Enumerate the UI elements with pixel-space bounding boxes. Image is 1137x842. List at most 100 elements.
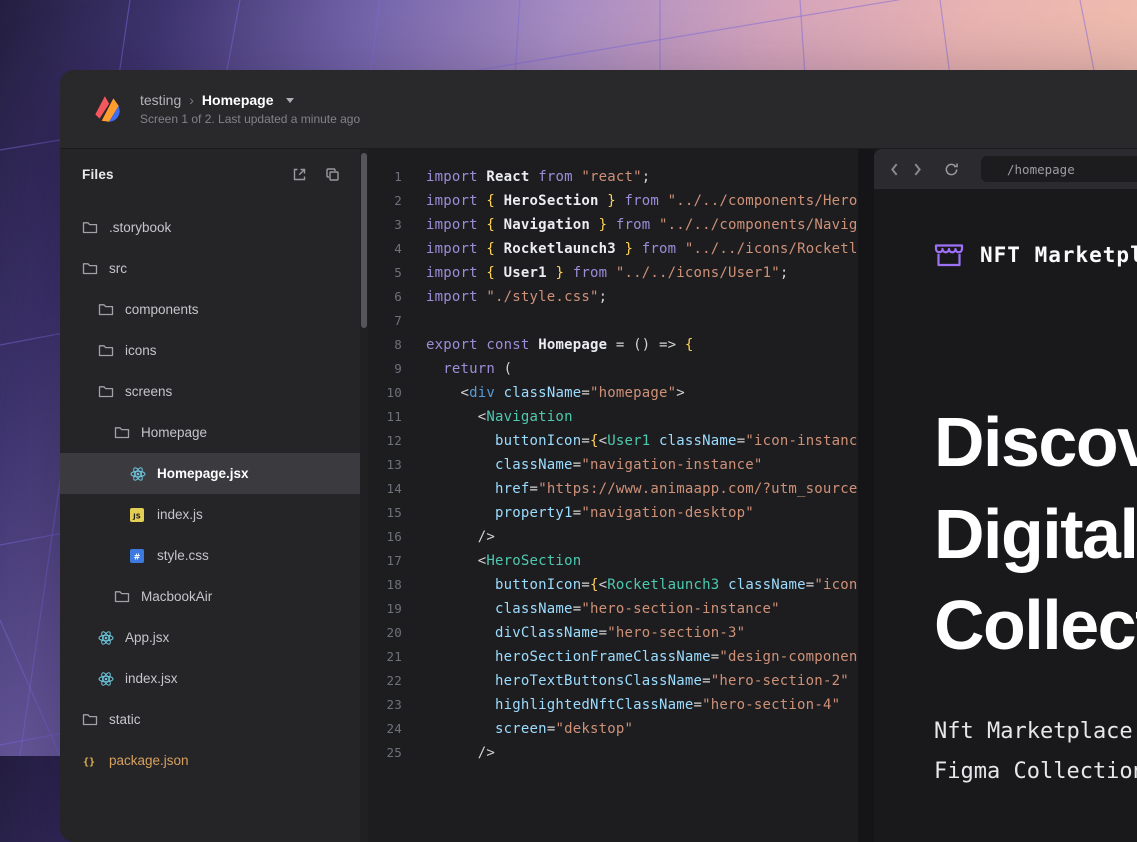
line-code: screen="dekstop": [402, 717, 633, 741]
url-text: /homepage: [1007, 162, 1075, 177]
code-line[interactable]: 21 heroSectionFrameClassName="design-com…: [368, 645, 858, 669]
preview-hero-subtitle: Nft Marketplace Figma Collection: [934, 712, 1137, 791]
code-line[interactable]: 19 className="hero-section-instance": [368, 597, 858, 621]
code-line[interactable]: 4import { Rocketlaunch3 } from "../../ic…: [368, 237, 858, 261]
forward-icon[interactable]: [913, 163, 922, 176]
line-number: 3: [368, 213, 402, 237]
code-line[interactable]: 18 buttonIcon={<Rocketlaunch3 className=…: [368, 573, 858, 597]
preview-hero-title: Discover Digital Collectibles: [934, 397, 1137, 672]
file-item-index-jsx[interactable]: index.jsx: [60, 658, 360, 699]
code-line[interactable]: 13 className="navigation-instance": [368, 453, 858, 477]
breadcrumb-project[interactable]: testing: [140, 92, 181, 108]
react-icon: [98, 671, 114, 687]
code-line[interactable]: 25 />: [368, 741, 858, 765]
line-number: 22: [368, 669, 402, 693]
code-line[interactable]: 15 property1="navigation-desktop": [368, 501, 858, 525]
copy-icon[interactable]: [325, 167, 340, 182]
line-code: import React from "react";: [402, 165, 650, 189]
file-label: icons: [125, 343, 157, 358]
file-label: index.js: [157, 507, 203, 522]
css-icon: #: [130, 549, 146, 563]
line-number: 1: [368, 165, 402, 189]
file-item-index-js[interactable]: JS index.js: [60, 494, 360, 535]
file-label: components: [125, 302, 199, 317]
file-item-package-json[interactable]: {} package.json: [60, 740, 360, 781]
folder-icon: [114, 426, 130, 439]
file-label: MacbookAir: [141, 589, 212, 604]
code-line[interactable]: 11 <Navigation: [368, 405, 858, 429]
code-line[interactable]: 5import { User1 } from "../../icons/User…: [368, 261, 858, 285]
code-line[interactable]: 23 highlightedNftClassName="hero-section…: [368, 693, 858, 717]
code-line[interactable]: 24 screen="dekstop": [368, 717, 858, 741]
titlebar: testing › Homepage Screen 1 of 2. Last u…: [60, 70, 1137, 149]
file-label: package.json: [109, 753, 189, 768]
file-item-homepage-jsx[interactable]: Homepage.jsx: [60, 453, 360, 494]
file-item-macbookair[interactable]: MacbookAir: [60, 576, 360, 617]
files-header: Files: [60, 149, 360, 199]
breadcrumb: testing › Homepage: [140, 92, 360, 108]
code-editor[interactable]: 1import React from "react";2import { Her…: [368, 149, 858, 842]
storefront-icon: [934, 241, 964, 269]
file-item-style-css[interactable]: #style.css: [60, 535, 360, 576]
line-number: 12: [368, 429, 402, 453]
code-line[interactable]: 17 <HeroSection: [368, 549, 858, 573]
folder-icon: [98, 303, 114, 316]
file-item-static[interactable]: static: [60, 699, 360, 740]
code-line[interactable]: 3import { Navigation } from "../../compo…: [368, 213, 858, 237]
export-icon[interactable]: [292, 167, 307, 182]
line-number: 6: [368, 285, 402, 309]
back-icon[interactable]: [890, 163, 899, 176]
sidebar-scrollbar[interactable]: [360, 149, 368, 842]
svg-text:#: #: [134, 552, 141, 561]
code-line[interactable]: 10 <div className="homepage">: [368, 381, 858, 405]
line-code: heroTextButtonsClassName="hero-section-2…: [402, 669, 849, 693]
file-item-icons[interactable]: icons: [60, 330, 360, 371]
code-line[interactable]: 1import React from "react";: [368, 165, 858, 189]
code-line[interactable]: 14 href="https://www.animaapp.com/?utm_s…: [368, 477, 858, 501]
svg-text:{}: {}: [83, 757, 95, 768]
subtitle-line: Figma Collection: [934, 752, 1137, 792]
line-code: divClassName="hero-section-3": [402, 621, 745, 645]
url-bar[interactable]: /homepage: [981, 156, 1137, 182]
breadcrumb-screen[interactable]: Homepage: [202, 92, 274, 108]
chevron-down-icon[interactable]: [286, 98, 294, 103]
file-item-components[interactable]: components: [60, 289, 360, 330]
window-body: Files .storybooksrccomponent: [60, 149, 1137, 842]
file-item-homepage[interactable]: Homepage: [60, 412, 360, 453]
files-sidebar: Files .storybooksrccomponent: [60, 149, 360, 842]
file-item-src[interactable]: src: [60, 248, 360, 289]
code-line[interactable]: 2import { HeroSection } from "../../comp…: [368, 189, 858, 213]
anima-logo-icon[interactable]: [90, 92, 124, 126]
code-line[interactable]: 12 buttonIcon={<User1 className="icon-in…: [368, 429, 858, 453]
scrollbar-thumb[interactable]: [361, 153, 367, 328]
line-number: 4: [368, 237, 402, 261]
reload-icon[interactable]: [944, 162, 959, 177]
line-code: import { Navigation } from "../../compon…: [402, 213, 858, 237]
js-icon: JS: [130, 508, 146, 522]
heading-line: Collectibles: [934, 580, 1137, 672]
code-line[interactable]: 22 heroTextButtonsClassName="hero-sectio…: [368, 669, 858, 693]
code-line[interactable]: 8export const Homepage = () => {: [368, 333, 858, 357]
code-line[interactable]: 20 divClassName="hero-section-3": [368, 621, 858, 645]
line-code: [402, 309, 426, 333]
line-number: 24: [368, 717, 402, 741]
code-line[interactable]: 6import "./style.css";: [368, 285, 858, 309]
folder-icon: [82, 221, 98, 234]
line-number: 14: [368, 477, 402, 501]
file-tree: .storybooksrccomponentsiconsscreensHomep…: [60, 199, 360, 842]
preview-brand[interactable]: NFT Marketplace: [934, 241, 1137, 269]
files-actions: [292, 167, 340, 182]
file-item-app-jsx[interactable]: App.jsx: [60, 617, 360, 658]
line-code: heroSectionFrameClassName="design-compon…: [402, 645, 858, 669]
code-line[interactable]: 7: [368, 309, 858, 333]
file-item-screens[interactable]: screens: [60, 371, 360, 412]
code-line[interactable]: 16 />: [368, 525, 858, 549]
react-icon: [130, 466, 146, 482]
code-line[interactable]: 9 return (: [368, 357, 858, 381]
file-item-storybook[interactable]: .storybook: [60, 207, 360, 248]
folder-icon: [82, 713, 98, 726]
line-number: 2: [368, 189, 402, 213]
line-number: 5: [368, 261, 402, 285]
line-number: 10: [368, 381, 402, 405]
line-code: import { HeroSection } from "../../compo…: [402, 189, 858, 213]
